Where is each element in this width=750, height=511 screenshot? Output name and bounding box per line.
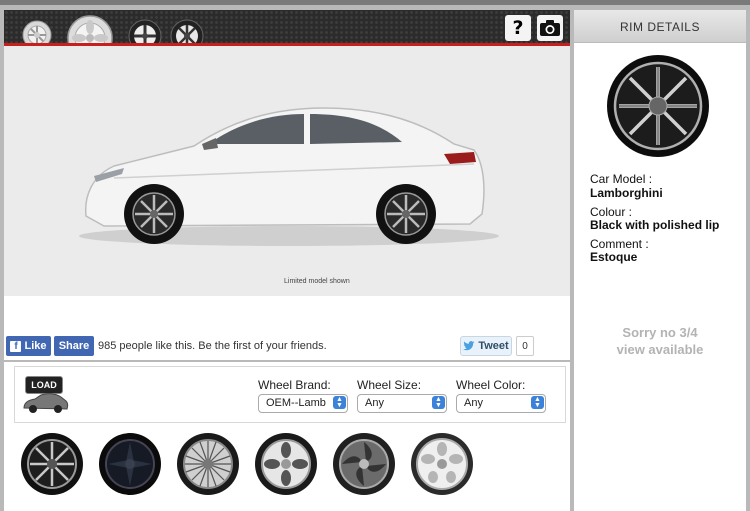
share-label: Share [58,340,90,352]
selected-rim-image [607,55,709,157]
facebook-icon: f [10,340,22,352]
wheel-catalog [20,432,560,502]
car-model-value: Lamborghini [590,186,663,200]
car-image [79,107,499,246]
select-arrows-icon: ▲ ▼ [432,396,445,409]
like-label: Like [24,340,47,352]
wheel-option-5[interactable] [332,432,396,496]
no-three-quarter-view-message: Sorry no 3/4 view available [574,324,746,358]
comment-label: Comment : [590,237,649,251]
tweet-label: Tweet [478,340,509,352]
wheel-option-3[interactable] [176,432,240,496]
car-viewer-panel: ? Limited model shown f Like Share 985 p… [4,10,570,360]
wheel-option-4[interactable] [254,432,318,496]
question-icon: ? [512,17,524,39]
colour-label: Colour : [590,205,633,219]
camera-icon [540,20,560,36]
wheel-option-6[interactable] [410,432,474,496]
viewer-toolbar: ? [4,10,570,61]
rim-details-panel: RIM DETAILS Car Model : Lamborghini Colo… [574,10,746,511]
tweet-button[interactable]: Tweet [460,336,512,356]
sorry-line-1: Sorry no 3/4 [622,325,698,340]
car-preview-stage: Limited model shown [4,46,570,296]
tweet-count: 0 [516,336,534,356]
help-button[interactable]: ? [505,15,531,41]
social-bar: f Like Share 985 people like this. Be th… [4,336,570,360]
wheel-brand-select[interactable]: OEM--Lamb ▲ ▼ [258,394,348,413]
wheel-size-label: Wheel Size: [357,378,422,392]
screenshot-button[interactable] [537,15,563,41]
wheel-color-label: Wheel Color: [456,378,526,392]
select-arrows-icon: ▲ ▼ [531,396,544,409]
filter-bar: LOAD Wheel Brand: OEM--Lamb ▲ ▼ Wheel Siz… [14,366,566,423]
car-icon [23,393,69,413]
wheel-size-select[interactable]: Any ▲ ▼ [357,394,447,413]
top-bar [0,0,750,5]
facebook-share-button[interactable]: Share [54,336,94,356]
colour-value: Black with polished lip [590,218,720,232]
sorry-line-2: view available [616,342,704,357]
wheel-color-value: Any [464,397,483,409]
select-arrows-icon: ▲ ▼ [333,396,346,409]
facebook-like-button[interactable]: f Like [6,336,51,356]
model-caption: Limited model shown [284,278,350,285]
wheel-brand-field: Wheel Brand: OEM--Lamb ▲ ▼ [258,378,348,413]
like-count-text: 985 people like this. Be the first of yo… [98,340,327,352]
wheel-size-value: Any [365,397,384,409]
wheel-option-1[interactable] [20,432,84,496]
load-car-button[interactable]: LOAD [21,376,69,416]
twitter-bird-icon [463,341,475,351]
rim-details-title: RIM DETAILS [620,20,700,34]
car-model-label: Car Model : [590,172,653,186]
comment-value: Estoque [590,250,638,264]
rim-details-header: RIM DETAILS [574,10,746,43]
wheel-size-field: Wheel Size: Any ▲ ▼ [357,378,447,413]
wheel-brand-label: Wheel Brand: [258,378,331,392]
wheel-color-field: Wheel Color: Any ▲ ▼ [456,378,546,413]
wheel-brand-value: OEM--Lamb [266,397,326,409]
wheel-selector-panel: LOAD Wheel Brand: OEM--Lamb ▲ ▼ Wheel Siz… [4,362,570,511]
wheel-option-2[interactable] [98,432,162,496]
wheel-color-select[interactable]: Any ▲ ▼ [456,394,546,413]
